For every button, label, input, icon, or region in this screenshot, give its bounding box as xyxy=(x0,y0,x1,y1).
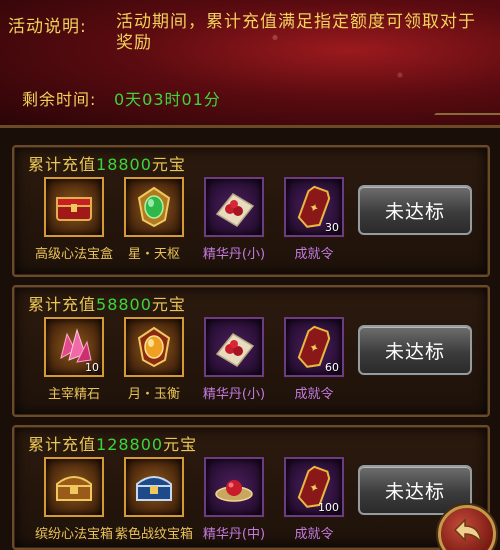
tier-amount: 18800 xyxy=(96,155,152,174)
reward-item-name: 成就令 xyxy=(294,387,334,402)
reward-item-name: 月・玉衡 xyxy=(127,387,180,402)
item-count: 10 xyxy=(85,361,99,374)
activity-description-text: 活动期间，累计充值满足指定额度可领取对于奖励 xyxy=(116,12,476,53)
reward-slot[interactable] xyxy=(44,457,104,517)
tier-title-suffix: 元宝 xyxy=(163,435,198,454)
blue-chest-icon xyxy=(136,476,172,501)
reward-item-name: 缤纷心法宝箱 xyxy=(34,527,113,542)
not-reached-button[interactable]: 未达标 xyxy=(358,325,472,375)
reward-item-name: 星・天枢 xyxy=(127,247,180,262)
reward-tier-1: 累计充值18800元宝 高级心法宝盒 星・天枢 精华丹(小) ✦ 30 成就令 … xyxy=(12,145,490,277)
tier-title: 累计充值128800元宝 xyxy=(28,431,197,455)
reward-slot[interactable]: ✦ 100 xyxy=(284,457,344,517)
reward-slot[interactable]: ✦ 30 xyxy=(284,177,344,237)
reward-slot[interactable] xyxy=(44,177,104,237)
tier-title: 累计充值58800元宝 xyxy=(28,291,186,315)
reward-slot[interactable]: ✦ 60 xyxy=(284,317,344,377)
reward-slot[interactable] xyxy=(204,457,264,517)
remaining-time-label: 剩余时间: xyxy=(22,90,97,109)
reward-item-name: 精华丹(小) xyxy=(202,247,266,262)
activity-description-label: 活动说明: xyxy=(8,17,87,37)
reward-item-name: 成就令 xyxy=(294,527,334,542)
reward-slot[interactable]: 10 xyxy=(44,317,104,377)
reward-tier-3: 累计充值128800元宝 缤纷心法宝箱 紫色战纹宝箱 精华丹(中) ✦ 100 … xyxy=(12,425,490,550)
tier-title-prefix: 累计充值 xyxy=(28,295,97,314)
activity-header: 活动说明: 活动期间，累计充值满足指定额度可领取对于奖励 剩余时间: 0天03时… xyxy=(0,0,500,128)
back-arrow-icon xyxy=(453,518,483,545)
item-count: 30 xyxy=(325,221,339,234)
reward-item-name: 精华丹(小) xyxy=(202,387,266,402)
essence-pill-large-icon xyxy=(215,480,253,502)
reward-item-name: 精华丹(中) xyxy=(202,527,266,542)
tier-title: 累计充值18800元宝 xyxy=(28,151,186,175)
reward-item-name: 成就令 xyxy=(294,247,334,262)
reward-slot[interactable] xyxy=(124,457,184,517)
reward-item-name: 主宰精石 xyxy=(47,387,100,402)
reward-slot[interactable] xyxy=(124,177,184,237)
reward-tier-2: 累计充值58800元宝 10 主宰精石 月・玉衡 精华丹(小) ✦ 60 成就令… xyxy=(12,285,490,417)
item-count: 60 xyxy=(325,361,339,374)
tier-amount: 128800 xyxy=(96,435,164,454)
treasure-chest-icon xyxy=(56,476,92,501)
gold-amulet-icon xyxy=(137,326,171,368)
tier-amount: 58800 xyxy=(96,295,152,314)
green-gem-amulet-icon xyxy=(137,186,171,228)
header-corner-ornament xyxy=(424,113,500,125)
not-reached-button[interactable]: 未达标 xyxy=(358,185,472,235)
item-count: 100 xyxy=(318,501,339,514)
essence-pill-icon xyxy=(215,333,255,367)
red-treasure-box-icon xyxy=(56,197,92,221)
remaining-time-value: 0天03时01分 xyxy=(114,90,221,109)
tier-title-suffix: 元宝 xyxy=(151,155,186,174)
tier-title-suffix: 元宝 xyxy=(151,295,186,314)
reward-slot[interactable] xyxy=(124,317,184,377)
tier-title-prefix: 累计充值 xyxy=(28,155,97,174)
reward-slot[interactable] xyxy=(204,177,264,237)
reward-item-name: 高级心法宝盒 xyxy=(34,247,113,262)
essence-pill-icon xyxy=(215,193,255,227)
tier-title-prefix: 累计充值 xyxy=(28,435,97,454)
reward-slot[interactable] xyxy=(204,317,264,377)
reward-item-name: 紫色战纹宝箱 xyxy=(114,527,193,542)
